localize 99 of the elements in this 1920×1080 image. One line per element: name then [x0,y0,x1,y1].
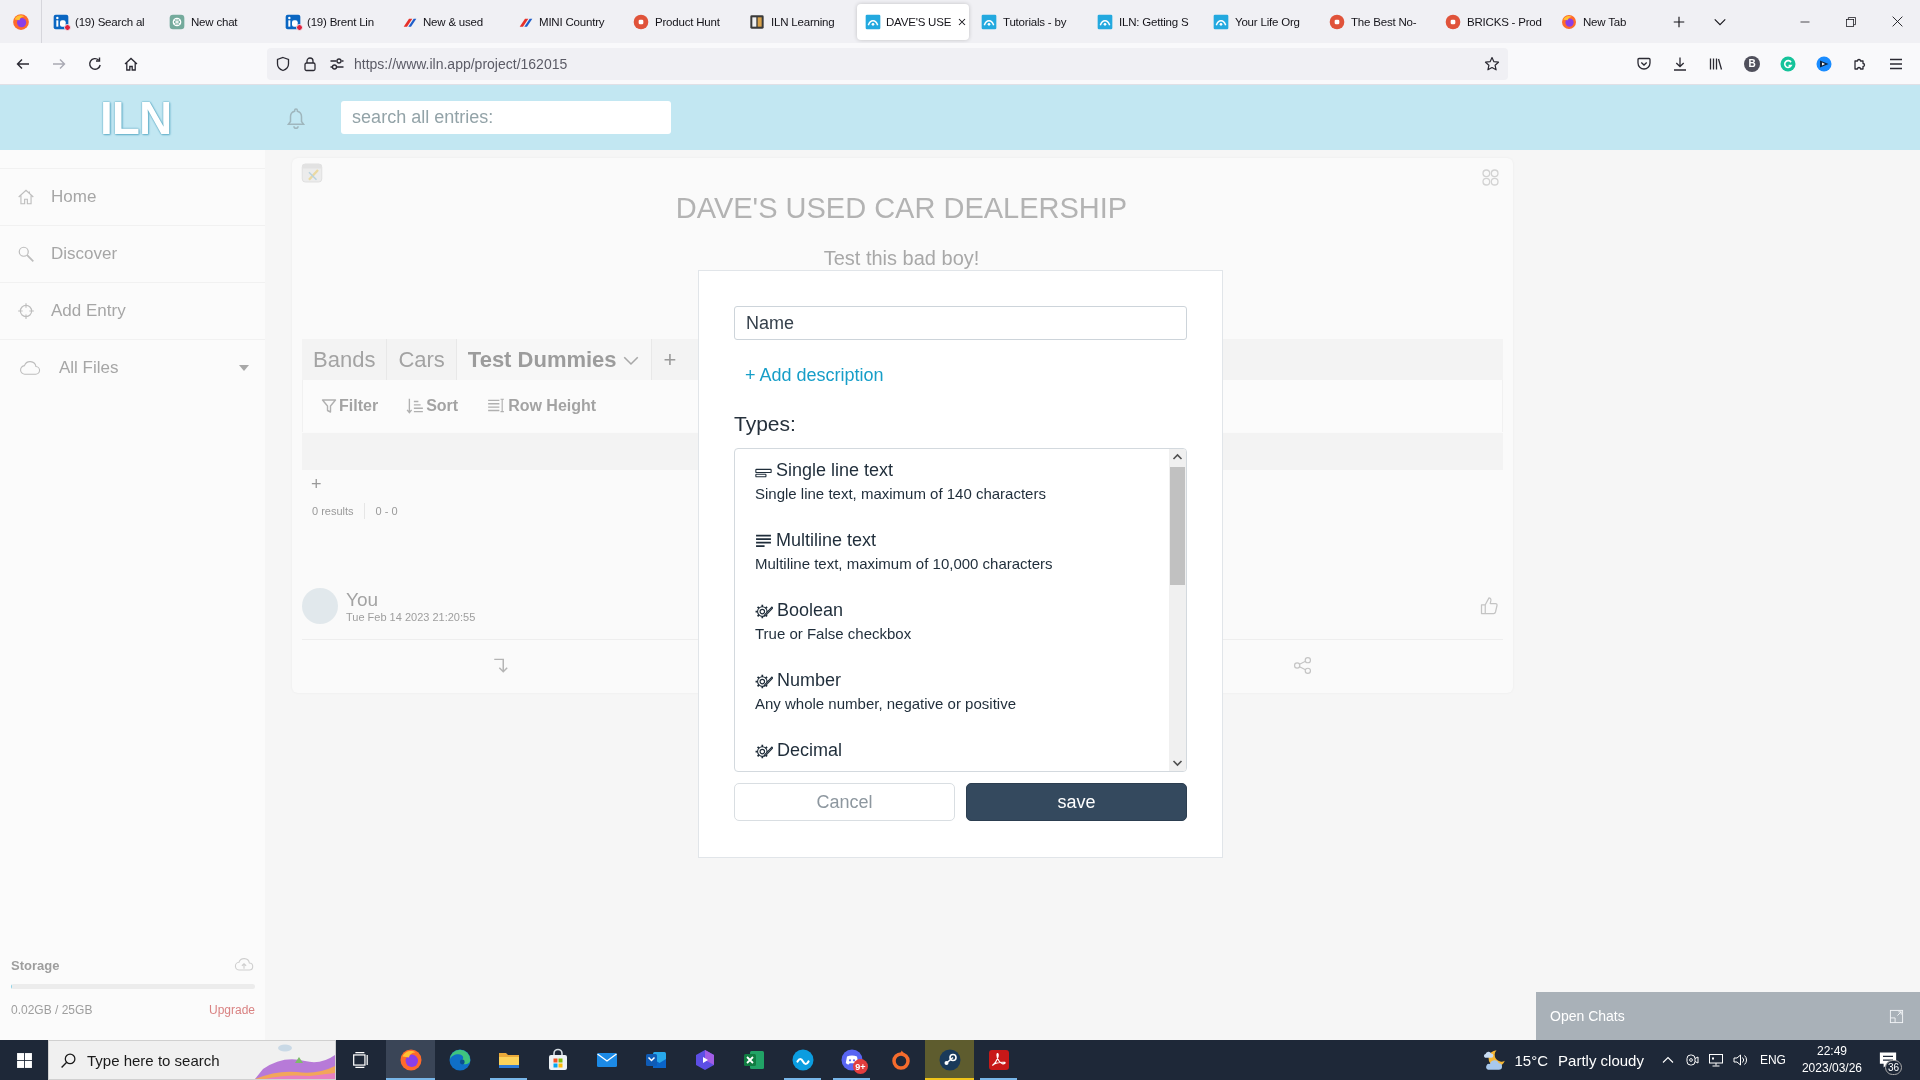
key-disc-logo-icon [937,1048,962,1072]
row-height-icon [486,397,507,415]
search-field[interactable]: search all entries: [341,101,672,134]
download-icon[interactable] [1672,55,1688,72]
sort-icon [406,397,425,415]
browser-tab[interactable]: Your Life Org [1205,3,1317,40]
wave-disc-logo-icon [790,1048,815,1072]
network-icon[interactable] [1707,1052,1724,1068]
save-button[interactable]: save [966,783,1187,821]
star-icon[interactable] [1484,55,1500,72]
swirl-tile-logo-icon [986,1048,1011,1072]
weather-temperature[interactable]: 15°C [1514,1051,1549,1069]
scrollbar[interactable] [1169,449,1186,771]
gear-pencil-icon [755,672,773,690]
permissions-icon[interactable] [329,55,345,72]
thumbs-up-icon[interactable] [1479,596,1499,616]
address-bar[interactable]: https://www.iln.app/project/162015 [267,47,1508,80]
home-icon[interactable] [123,55,139,72]
type-name[interactable]: Multiline text [776,528,877,552]
text-lines-icon [755,532,772,550]
search-icon [60,1051,77,1069]
home-icon [17,188,35,206]
gear-pencil-icon [755,602,773,620]
browser-tab[interactable]: (19) Brent Lin [277,3,389,40]
browser-tab[interactable]: Tutorials - by [973,3,1085,40]
disc-logo-icon [633,13,649,30]
pocket-icon[interactable] [1636,55,1652,72]
notification-badge: 9+ [853,1059,868,1074]
comment-author: You [346,588,380,611]
windows-logo-icon[interactable] [15,1051,33,1069]
browser-tab[interactable]: ILN: Getting S [1089,3,1201,40]
browser-tab[interactable]: MINI Country [509,3,621,40]
gear-pencil-icon [755,742,773,760]
reload-icon[interactable] [87,55,103,72]
type-description: Multiline text, maximum of 10,000 characters [755,554,1054,574]
disc-logo-icon [1329,13,1345,30]
browser-tab[interactable]: New Tab [1553,3,1665,40]
clock-time[interactable]: 22:49 [1816,1043,1847,1060]
results-count: 0 results [312,503,365,519]
browser-tab[interactable]: DAVE'S USE [857,3,969,40]
shield-icon[interactable] [275,55,291,72]
flame-globe-icon [1561,13,1577,30]
browser-tab[interactable]: BRICKS - Prod [1437,3,1549,40]
restore-icon[interactable] [1845,15,1857,28]
book-logo-icon [749,13,765,30]
taskbar-app-button[interactable]: 9+ [827,1040,876,1080]
disc-logo-icon [1445,13,1461,30]
square-logo-icon [53,13,69,30]
profile-button[interactable]: B [1744,55,1760,72]
scrollbar-thumb[interactable] [1170,467,1185,585]
flame-globe-icon [11,12,30,31]
browser-tab[interactable]: New chat [161,3,273,40]
task-view-icon[interactable] [352,1051,370,1069]
knot-logo-icon [169,13,185,30]
name-field[interactable]: Name [734,306,1187,340]
type-name[interactable]: Single line text [776,458,894,482]
language-indicator[interactable]: ENG [1751,1053,1794,1067]
project-subtitle: Test this bad boy! [822,247,981,269]
storage-label: Storage [11,957,60,973]
play-extension-icon[interactable] [1816,55,1832,72]
types-heading: Types: [734,411,797,437]
type-name[interactable]: Boolean [777,598,844,622]
tile-logo-icon [981,13,997,30]
clock-date[interactable]: 2023/03/26 [1801,1060,1862,1077]
taskbar-search-field[interactable]: Type here to search [48,1040,336,1080]
type-description: Any whole number, negative or positive [755,694,1017,714]
wave-logo-icon [447,1048,472,1072]
avatar [302,588,338,624]
close-icon[interactable] [1890,15,1904,28]
browser-tab[interactable]: New & used [393,3,505,40]
square-logo-icon [285,13,301,30]
crosshair-icon [17,302,35,320]
type-name[interactable]: Decimal [777,738,842,762]
magnifier-icon [17,245,35,263]
project-title: DAVE'S USED CAR DEALERSHIP [674,191,1129,226]
filter-icon [321,398,337,414]
comment-time: Tue Feb 14 2023 21:20:55 [346,610,476,624]
type-description: True or False checkbox [755,624,913,644]
type-name[interactable]: Number [777,668,842,692]
speaker-icon[interactable] [1731,1052,1748,1068]
results-range: 0 - 0 [374,504,398,519]
weather-icon[interactable] [1482,1048,1507,1072]
tile-logo-icon [865,13,881,30]
tile-logo-icon [1213,13,1229,30]
flame-globe-icon [398,1048,423,1072]
camera-icon[interactable] [1683,1052,1700,1068]
browser-tab[interactable]: ILN Learning [741,3,853,40]
type-description: Single line text, maximum of 140 characters [755,484,1047,504]
weather-condition[interactable]: Partly cloudy [1558,1051,1644,1069]
plus-icon[interactable] [1672,14,1686,29]
browser-tab[interactable]: (19) Search al [45,3,157,40]
lock-icon[interactable] [302,55,318,72]
cross-tile-logo-icon [741,1048,766,1072]
browser-tab[interactable]: The Best No- [1321,3,1433,40]
tile-logo-icon [1097,13,1113,30]
browser-tab[interactable]: Product Hunt [625,3,737,40]
notification-count: 36 [1885,1060,1903,1075]
storage-usage: 0.02GB / 25GB [11,1003,93,1017]
taskbar-app-button[interactable] [925,1040,974,1080]
